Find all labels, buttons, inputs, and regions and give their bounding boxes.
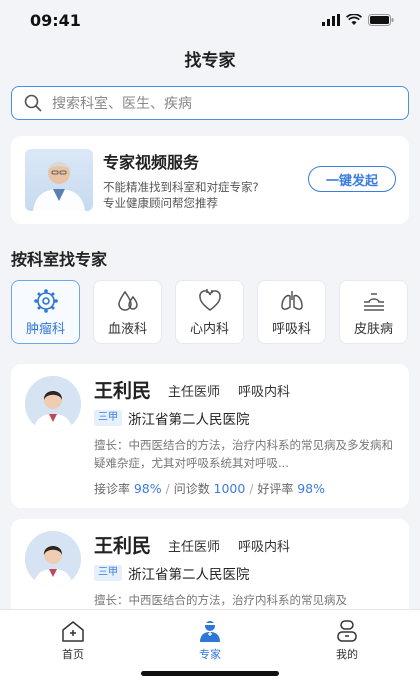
status-time: 09:41 <box>30 10 81 30</box>
search-icon <box>24 94 42 112</box>
hospital-name: 浙江省第二人民医院 <box>128 567 250 583</box>
doctor-title: 主任医师 <box>168 540 221 555</box>
home-indicator <box>141 671 279 676</box>
dept-label: 呼吸科 <box>271 321 311 337</box>
tab-home[interactable]: 首页 <box>38 620 108 662</box>
consult-count-label: 问诊数 <box>173 482 210 496</box>
tab-experts[interactable]: 专家 <box>175 620 245 662</box>
tab-mine[interactable]: 我的 <box>312 620 382 662</box>
page-title: 找专家 <box>184 51 236 71</box>
doctor-department: 呼吸内科 <box>238 540 291 555</box>
search-placeholder: 搜索科室、医生、疾病 <box>52 96 192 112</box>
hospital-grade-badge: 三甲 <box>94 410 122 426</box>
heart-icon <box>198 288 221 311</box>
dept-oncology[interactable]: 肿瘤科 <box>11 280 80 344</box>
consult-rate-value: 98% <box>133 481 162 496</box>
dept-label: 皮肤病 <box>353 321 393 337</box>
doctor-photo <box>25 149 93 211</box>
hospital-name: 浙江省第二人民医院 <box>128 412 250 428</box>
start-video-button[interactable]: 一键发起 <box>308 166 396 192</box>
search-input[interactable]: 搜索科室、医生、疾病 <box>11 86 409 120</box>
skin-icon <box>363 292 384 311</box>
signal-icon <box>322 14 340 26</box>
tab-home-label: 首页 <box>62 648 84 661</box>
section-title: 按科室找专家 <box>11 250 108 269</box>
promo-line-2: 专业健康顾问帮您推荐 <box>103 196 218 210</box>
doctor-avatar <box>25 376 81 432</box>
profile-icon <box>337 620 357 642</box>
dept-dermatology[interactable]: 皮肤病 <box>339 280 408 344</box>
rating-value: 98% <box>297 481 326 496</box>
doctor-card[interactable]: 王利民 主任医师 呼吸内科 三甲 浙江省第二人民医院 擅长：中西医结合的方法，治… <box>11 364 409 508</box>
doctor-icon <box>200 621 220 642</box>
doctor-stats: 接诊率 98% / 问诊数 1000/好评率 98% <box>94 481 326 496</box>
dept-label: 心内科 <box>189 321 229 337</box>
home-icon <box>62 621 84 642</box>
status-icons <box>322 14 394 26</box>
doctor-department: 呼吸内科 <box>238 385 291 400</box>
doctor-description: 擅长：中西医结合的方法，治疗内科系的常见病及多发病和疑难杂症，尤其对呼吸系统其对… <box>94 438 393 470</box>
expert-video-service-card[interactable]: 专家视频服务 不能精准找到科室和对症专家? 专业健康顾问帮您推荐 一键发起 <box>11 136 409 224</box>
doctor-card[interactable]: 王利民 主任医师 呼吸内科 三甲 浙江省第二人民医院 擅长：中西医结合的方法，治… <box>11 519 409 619</box>
wifi-icon <box>346 14 362 25</box>
bottom-tab-bar: 首页 专家 我的 <box>0 609 420 689</box>
doctor-name: 王利民 <box>94 535 152 557</box>
dept-label: 肿瘤科 <box>25 321 65 337</box>
tab-experts-label: 专家 <box>199 648 221 661</box>
rating-label: 好评率 <box>257 482 294 496</box>
doctor-description: 擅长：中西医结合的方法，治疗内科系的常见病及 <box>94 593 347 607</box>
oncology-icon <box>33 288 58 313</box>
battery-icon <box>368 14 394 26</box>
doctor-name: 王利民 <box>94 380 152 402</box>
dept-hematology[interactable]: 血液科 <box>93 280 162 344</box>
tab-mine-label: 我的 <box>336 648 358 661</box>
department-list: 肿瘤科 血液科 心内科 呼吸科 皮肤病 <box>11 280 411 346</box>
dept-label: 血液科 <box>107 321 147 337</box>
dept-cardiology[interactable]: 心内科 <box>175 280 244 344</box>
blood-drop-icon <box>117 290 138 311</box>
doctor-avatar <box>25 531 81 587</box>
consult-count-value: 1000 <box>213 481 246 496</box>
hospital-grade-badge: 三甲 <box>94 565 122 581</box>
lungs-icon <box>280 290 303 310</box>
doctor-title: 主任医师 <box>168 385 221 400</box>
status-bar: 09:41 <box>0 0 420 40</box>
dept-respiratory[interactable]: 呼吸科 <box>257 280 326 344</box>
consult-rate-label: 接诊率 <box>94 482 131 496</box>
